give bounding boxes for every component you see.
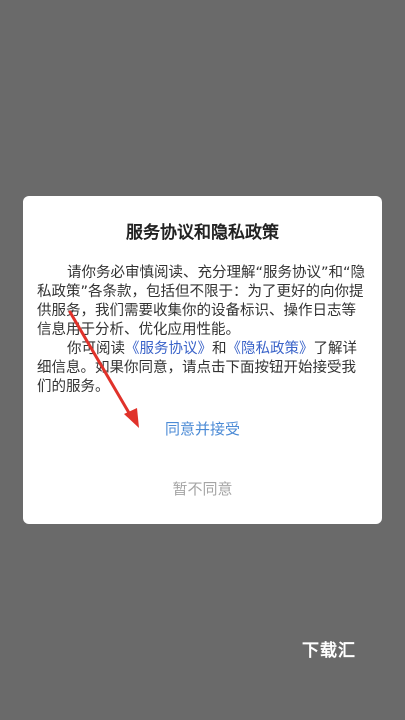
watermark-logo: 下载汇 xyxy=(302,641,356,661)
red-arrow-icon xyxy=(68,310,139,428)
